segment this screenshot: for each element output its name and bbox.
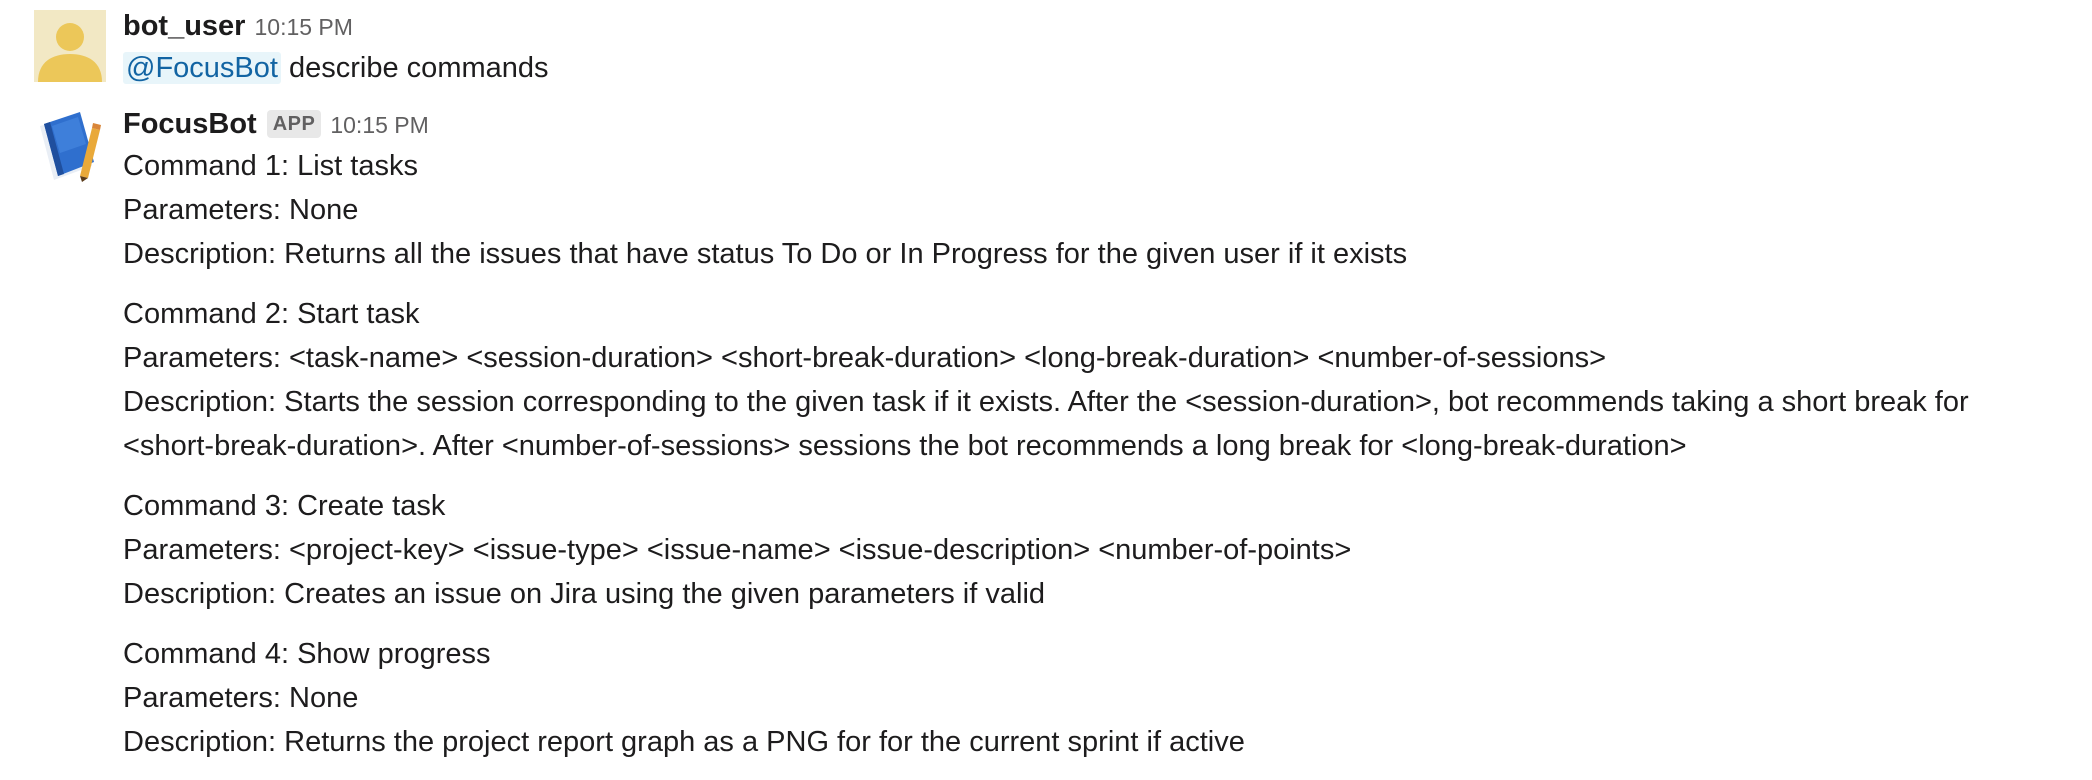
sender-name[interactable]: bot_user — [123, 6, 245, 46]
message-header: bot_user 10:15 PM — [123, 6, 2072, 46]
message-timestamp[interactable]: 10:15 PM — [330, 105, 428, 145]
bot-avatar[interactable] — [34, 110, 106, 182]
user-silhouette-icon — [34, 10, 106, 82]
command-block: Command 3: Create task Parameters: <proj… — [123, 484, 2072, 616]
command-parameters: Parameters: None — [123, 682, 359, 714]
command-block: Command 2: Start task Parameters: <task-… — [123, 292, 2072, 468]
command-block: Command 1: List tasks Parameters: None D… — [123, 144, 2072, 276]
command-description: Description: Returns the project report … — [123, 726, 1245, 758]
command-description: Description: Creates an issue on Jira us… — [123, 578, 1046, 610]
command-title: Command 3: Create task — [123, 490, 446, 522]
command-parameters: Parameters: None — [123, 194, 359, 226]
user-avatar[interactable] — [34, 10, 106, 82]
command-title: Command 4: Show progress — [123, 638, 491, 670]
command-description: Description: Starts the session correspo… — [123, 386, 1969, 462]
message-text: @FocusBot describe commands — [123, 46, 2072, 90]
app-badge: APP — [266, 110, 322, 138]
command-description: Description: Returns all the issues that… — [123, 238, 1408, 270]
blue-book-pencil-icon — [40, 112, 101, 182]
user-mention[interactable]: @FocusBot — [123, 52, 281, 84]
command-parameters: Parameters: <project-key> <issue-type> <… — [123, 534, 1352, 566]
message-timestamp[interactable]: 10:15 PM — [254, 7, 352, 47]
command-parameters: Parameters: <task-name> <session-duratio… — [123, 342, 1607, 374]
command-title: Command 1: List tasks — [123, 150, 418, 182]
message-header: FocusBot APP 10:15 PM — [123, 104, 2072, 144]
message-body: describe commands — [289, 52, 549, 84]
sender-name[interactable]: FocusBot — [123, 104, 257, 144]
command-title: Command 2: Start task — [123, 298, 420, 330]
command-block: Command 4: Show progress Parameters: Non… — [123, 632, 2072, 764]
